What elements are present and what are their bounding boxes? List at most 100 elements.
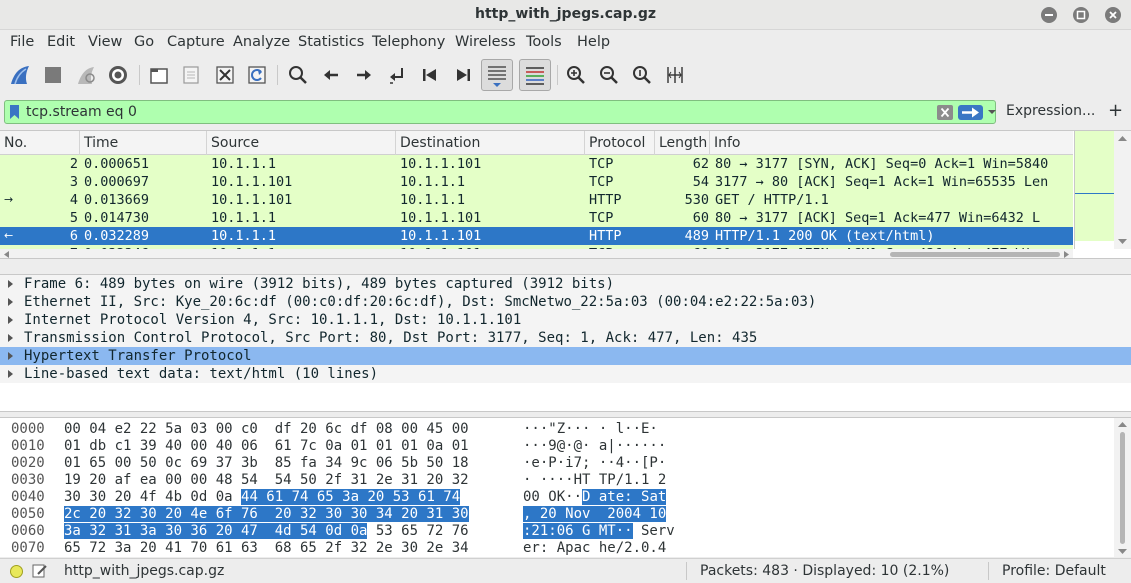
restart-capture-icon[interactable]	[72, 61, 100, 89]
detail-tree-item[interactable]: Hypertext Transfer Protocol	[0, 347, 1131, 365]
cell-length: 60	[692, 210, 709, 226]
ascii-bytes-segment: ·e·P·i7; ··4··[P·	[523, 455, 667, 471]
first-packet-icon[interactable]	[416, 61, 444, 89]
packet-row[interactable]: 5 0.014730 10.1.1.1 10.1.1.101 TCP 60 80 → 317…	[0, 209, 1073, 227]
menu-file[interactable]: File	[10, 34, 34, 50]
clear-filter-icon[interactable]	[937, 105, 953, 120]
expression-button[interactable]: Expression...	[1006, 103, 1095, 119]
detail-tree-item[interactable]: Ethernet II, Src: Kye_20:6c:df (00:c0:df…	[0, 293, 1131, 311]
bookmark-icon[interactable]	[9, 104, 20, 120]
add-filter-button[interactable]: +	[1108, 100, 1123, 121]
hex-bytes-highlighted: 44 61 74 65 3a 20 53 61 74	[241, 489, 461, 505]
menu-tools[interactable]: Tools	[526, 34, 562, 50]
packet-minimap[interactable]	[1074, 131, 1115, 249]
go-to-packet-icon[interactable]	[383, 61, 411, 89]
column-header-protocol[interactable]: Protocol	[585, 131, 655, 155]
menu-analyze[interactable]: Analyze	[233, 34, 290, 50]
chevron-down-icon[interactable]	[987, 107, 997, 117]
hex-dump-row[interactable]: 0050 2c 20 32 30 20 4e 6f 76 20 32 30 30 …	[0, 506, 1113, 523]
close-file-icon[interactable]	[211, 61, 239, 89]
menu-help[interactable]: Help	[577, 34, 610, 50]
close-button[interactable]	[1105, 7, 1121, 23]
go-back-icon[interactable]	[317, 61, 345, 89]
column-header-length[interactable]: Length	[655, 131, 710, 155]
packet-row[interactable]: 3 0.000697 10.1.1.101 10.1.1.1 TCP 54 3177 → 8…	[0, 173, 1073, 191]
status-profile[interactable]: Profile: Default	[1002, 563, 1106, 579]
open-file-icon[interactable]	[145, 61, 173, 89]
zoom-out-icon[interactable]	[595, 61, 623, 89]
ascii-bytes-segment: · ····HT TP/1.1 2	[523, 472, 667, 488]
packet-row[interactable]: 2 0.000651 10.1.1.1 10.1.1.101 TCP 62 80 → 317…	[0, 155, 1073, 173]
expand-arrow-icon[interactable]	[8, 298, 13, 306]
hex-dump-row[interactable]: 0070 65 72 3a 20 41 70 61 63 68 65 2f 32 …	[0, 540, 1113, 557]
save-file-icon[interactable]	[177, 61, 205, 89]
hex-bytes-segment: 53 65 72 76	[367, 523, 469, 539]
cell-source: 10.1.1.1	[211, 228, 277, 244]
autoscroll-toggle-icon[interactable]	[481, 59, 513, 91]
display-filter-bar: Expression... +	[0, 99, 1131, 126]
cell-no: 4	[69, 192, 78, 208]
expand-arrow-icon[interactable]	[8, 370, 13, 378]
start-capture-icon[interactable]	[6, 61, 34, 89]
column-header-source[interactable]: Source	[207, 131, 396, 155]
last-packet-icon[interactable]	[449, 61, 477, 89]
column-header-no[interactable]: No.	[0, 131, 80, 155]
stop-capture-icon[interactable]	[39, 61, 67, 89]
menu-wireless[interactable]: Wireless	[455, 34, 516, 50]
expand-arrow-icon[interactable]	[8, 316, 13, 324]
menu-edit[interactable]: Edit	[47, 34, 75, 50]
capture-options-icon[interactable]	[104, 61, 132, 89]
zoom-normal-icon[interactable]	[628, 61, 656, 89]
expand-arrow-icon[interactable]	[8, 352, 13, 360]
hex-dump-row[interactable]: 0010 01 db c1 39 40 00 40 06 61 7c 0a 01 …	[0, 438, 1113, 455]
detail-tree-item[interactable]: Transmission Control Protocol, Src Port:…	[0, 329, 1131, 347]
cell-protocol: HTTP	[589, 228, 622, 244]
packet-list-scrollbar[interactable]	[1114, 131, 1131, 249]
colorize-toggle-icon[interactable]	[519, 59, 551, 91]
packet-list-rows: 2 0.000651 10.1.1.1 10.1.1.101 TCP 62 80 → 317…	[0, 155, 1073, 249]
zoom-in-icon[interactable]	[562, 61, 590, 89]
minimize-button[interactable]	[1041, 7, 1057, 23]
menu-telephony[interactable]: Telephony	[372, 34, 445, 50]
detail-tree-item[interactable]: Frame 6: 489 bytes on wire (3912 bits), …	[0, 275, 1131, 293]
resize-columns-icon[interactable]	[661, 61, 689, 89]
packet-list-header: No. Time Source Destination Protocol Len…	[0, 131, 1073, 155]
hex-dump-row[interactable]: 0020 01 65 00 50 0c 69 37 3b 85 fa 34 9c …	[0, 455, 1113, 472]
hex-offset: 0050	[11, 506, 45, 522]
hex-dump-row[interactable]: 0000 00 04 e2 22 5a 03 00 c0 df 20 6c df …	[0, 421, 1113, 438]
expand-arrow-icon[interactable]	[8, 280, 13, 288]
ascii-bytes: ·e·P·i7; ··4··[P·	[523, 455, 666, 472]
cell-source: 10.1.1.1	[211, 156, 277, 172]
menu-view[interactable]: View	[88, 34, 122, 50]
detail-tree-item[interactable]: Line-based text data: text/html (10 line…	[0, 365, 1131, 383]
packet-bytes: 0000 00 04 e2 22 5a 03 00 c0 df 20 6c df …	[0, 417, 1131, 557]
expert-info-icon[interactable]	[10, 565, 23, 578]
scroll-thumb[interactable]	[1120, 432, 1125, 544]
scroll-thumb[interactable]	[890, 252, 1060, 257]
reload-file-icon[interactable]	[243, 61, 271, 89]
hex-bytes-highlighted: 3a 32 31 3a 30 36 20 47 4d 54 0d 0a	[64, 523, 368, 539]
column-header-destination[interactable]: Destination	[396, 131, 585, 155]
menu-capture[interactable]: Capture	[167, 34, 225, 50]
apply-filter-icon[interactable]	[958, 105, 983, 120]
detail-tree-item[interactable]: Internet Protocol Version 4, Src: 10.1.1…	[0, 311, 1131, 329]
hex-dump-row[interactable]: 0060 3a 32 31 3a 30 36 20 47 4d 54 0d 0a …	[0, 523, 1113, 540]
display-filter-input[interactable]	[26, 102, 926, 122]
packet-row[interactable]: ← 6 0.032289 10.1.1.1 10.1.1.101 HTTP 489 HTTP/…	[0, 227, 1073, 245]
hex-dump-row[interactable]: 0040 30 30 20 4f 4b 0d 0a 44 61 74 65 3a …	[0, 489, 1113, 506]
packet-list-hscrollbar[interactable]	[0, 249, 1073, 258]
bytes-scrollbar[interactable]	[1114, 418, 1131, 557]
go-forward-icon[interactable]	[350, 61, 378, 89]
menu-statistics[interactable]: Statistics	[298, 34, 364, 50]
maximize-button[interactable]	[1073, 7, 1089, 23]
column-header-time[interactable]: Time	[80, 131, 207, 155]
expand-arrow-icon[interactable]	[8, 334, 13, 342]
find-packet-icon[interactable]	[284, 61, 312, 89]
ascii-bytes-segment: Serv	[632, 523, 675, 539]
hex-dump-row[interactable]: 0030 19 20 af ea 00 00 48 54 54 50 2f 31 …	[0, 472, 1113, 489]
column-header-info[interactable]: Info	[710, 131, 1073, 155]
menu-go[interactable]: Go	[134, 34, 154, 50]
edit-comment-icon[interactable]	[32, 563, 48, 579]
ascii-bytes-segment: er: Apac he/2.0.4	[523, 540, 667, 556]
packet-row[interactable]: → 4 0.013669 10.1.1.101 10.1.1.1 HTTP 530 GET /…	[0, 191, 1073, 209]
